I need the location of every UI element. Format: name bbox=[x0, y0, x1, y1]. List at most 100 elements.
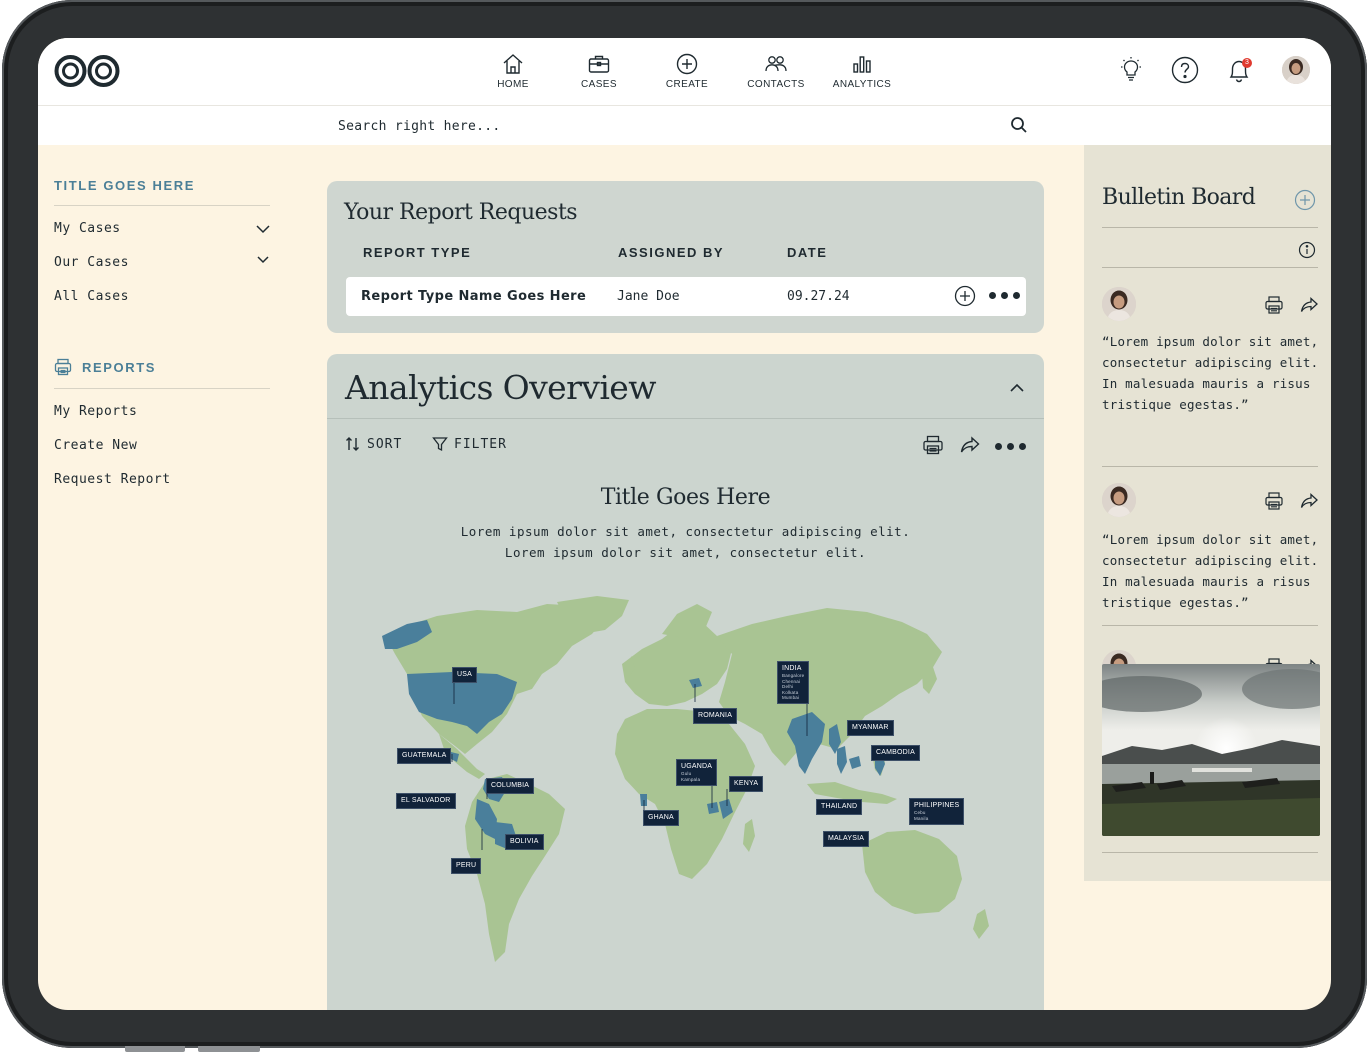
map-label-thailand[interactable]: THAILAND bbox=[816, 799, 863, 816]
map-label-bolivia[interactable]: BOLIVIA bbox=[505, 834, 544, 851]
avatar[interactable] bbox=[1102, 287, 1136, 321]
info-icon[interactable] bbox=[1298, 241, 1316, 259]
map-label-columbia[interactable]: COLUMBIA bbox=[486, 778, 535, 795]
chevron-down-icon[interactable] bbox=[256, 223, 270, 235]
sidebar-reports-heading: REPORTS bbox=[54, 358, 270, 389]
ideas-button[interactable] bbox=[1116, 55, 1146, 85]
map-label-usa[interactable]: USA bbox=[452, 667, 477, 684]
map-highlight-cambodia bbox=[849, 756, 861, 769]
bulletin-photo[interactable] bbox=[1102, 664, 1320, 836]
map-highlight-ghana bbox=[640, 794, 647, 806]
map-label-malaysia[interactable]: MALAYSIA bbox=[823, 831, 870, 848]
sidebar-item-label: Our Cases bbox=[54, 255, 129, 270]
sidebar-item-create-new[interactable]: Create New bbox=[54, 429, 270, 463]
map-region-new-zealand bbox=[973, 909, 989, 939]
nav-create[interactable]: CREATE bbox=[647, 52, 727, 90]
map-label-uganda[interactable]: UGANDA Gulu Kampala bbox=[676, 759, 718, 787]
table-row[interactable]: Report Type Name Goes Here Jane Doe 09.2… bbox=[346, 277, 1026, 316]
lightbulb-icon bbox=[1121, 57, 1141, 81]
share-icon[interactable] bbox=[1299, 295, 1319, 315]
sidebar-item-our-cases[interactable]: Our Cases bbox=[54, 246, 270, 280]
plus-circle-icon[interactable] bbox=[1294, 189, 1316, 211]
notifications-button[interactable]: 3 bbox=[1224, 55, 1254, 85]
nav-cases-label: CASES bbox=[581, 79, 617, 90]
top-navigation-bar: HOME CASES CREATE CONTACTS ANALYTICS 3 bbox=[38, 38, 1331, 106]
map-label-ghana[interactable]: GHANA bbox=[643, 810, 679, 827]
map-label-romania[interactable]: ROMANIA bbox=[693, 708, 738, 725]
sidebar-item-my-cases[interactable]: My Cases bbox=[54, 212, 270, 246]
app-screen: HOME CASES CREATE CONTACTS ANALYTICS 3 S… bbox=[38, 38, 1331, 1010]
search-icon[interactable] bbox=[1010, 116, 1028, 134]
more-options-icon[interactable] bbox=[989, 292, 1021, 300]
search-input[interactable] bbox=[338, 114, 998, 138]
map-label-philippines[interactable]: PHILIPPINES Cebu Manila bbox=[909, 798, 965, 826]
map-region-africa bbox=[615, 709, 755, 879]
map-label-uganda-city: Kampala bbox=[681, 776, 701, 782]
notification-badge: 3 bbox=[1242, 58, 1252, 68]
map-label-india[interactable]: INDIA Bangalore Chennai Delhi Kolkata Mu… bbox=[777, 661, 810, 705]
briefcase-icon bbox=[588, 55, 610, 73]
map-label-el-salvador[interactable]: EL SALVADOR bbox=[396, 793, 456, 810]
nav-analytics-label: ANALYTICS bbox=[832, 79, 892, 90]
sidebar-item-all-cases[interactable]: All Cases bbox=[54, 280, 270, 314]
divider bbox=[1102, 267, 1318, 268]
filter-button[interactable]: FILTER bbox=[432, 436, 507, 452]
share-icon[interactable] bbox=[959, 434, 981, 456]
printer-icon[interactable] bbox=[1264, 491, 1284, 511]
nav-contacts-label: CONTACTS bbox=[747, 79, 805, 90]
sidebar-item-my-reports[interactable]: My Reports bbox=[54, 395, 270, 429]
chart-subtitle-2: Lorem ipsum dolor sit amet, consectetur … bbox=[504, 545, 867, 560]
map-label-india-city: Bangalore bbox=[782, 673, 805, 679]
divider bbox=[327, 418, 1044, 419]
filter-icon bbox=[432, 437, 448, 452]
sort-label: SORT bbox=[367, 436, 403, 452]
chevron-up-icon[interactable] bbox=[1009, 382, 1025, 394]
user-avatar[interactable] bbox=[1282, 56, 1310, 84]
sidebar-item-request-report[interactable]: Request Report bbox=[54, 463, 270, 497]
nav-home[interactable]: HOME bbox=[473, 52, 553, 90]
avatar[interactable] bbox=[1102, 483, 1136, 517]
sidebar-item-label: My Cases bbox=[54, 221, 121, 236]
map-label-philippines-city: Manila bbox=[914, 815, 929, 821]
map-highlight-uganda bbox=[707, 802, 719, 814]
share-icon[interactable] bbox=[1299, 491, 1319, 511]
world-map: USA GUATEMALA EL SALVADOR COLUMBIA BOLIV… bbox=[367, 594, 1007, 984]
home-icon bbox=[503, 54, 523, 74]
chevron-down-icon[interactable] bbox=[256, 254, 270, 266]
nav-cases[interactable]: CASES bbox=[559, 52, 639, 90]
tablet-button bbox=[125, 1046, 185, 1052]
divider bbox=[1102, 852, 1318, 853]
sidebar-item-label: Request Report bbox=[54, 472, 171, 487]
nav-contacts[interactable]: CONTACTS bbox=[736, 52, 816, 90]
nav-analytics[interactable]: ANALYTICS bbox=[822, 52, 902, 90]
printer-icon[interactable] bbox=[1264, 295, 1284, 315]
map-label-uganda-name: UGANDA bbox=[681, 763, 713, 770]
filter-label: FILTER bbox=[454, 436, 507, 452]
sort-button[interactable]: SORT bbox=[345, 436, 402, 452]
map-label-cambodia[interactable]: CAMBODIA bbox=[871, 745, 920, 762]
bulletin-post-text: “Lorem ipsum dolor sit amet, consectetur… bbox=[1102, 334, 1319, 412]
chart-subtitle-1: Lorem ipsum dolor sit amet, consectetur … bbox=[460, 524, 911, 539]
more-options-icon[interactable] bbox=[995, 443, 1027, 451]
help-icon bbox=[1171, 56, 1199, 84]
chart-title: Title Goes Here bbox=[600, 485, 771, 510]
map-label-philippines-name: PHILIPPINES bbox=[914, 802, 960, 809]
sidebar-item-label: All Cases bbox=[54, 289, 129, 304]
bulletin-board-title: Bulletin Board bbox=[1102, 185, 1256, 210]
printer-icon[interactable] bbox=[922, 434, 944, 456]
bulletin-post-text: “Lorem ipsum dolor sit amet, consectetur… bbox=[1102, 532, 1319, 610]
plus-circle-icon[interactable] bbox=[954, 285, 976, 307]
map-label-peru[interactable]: PERU bbox=[451, 858, 482, 875]
nav-home-label: HOME bbox=[497, 79, 529, 90]
column-header-assigned-by: ASSIGNED BY bbox=[618, 245, 725, 260]
assigned-by-cell: Jane Doe bbox=[617, 289, 680, 304]
tablet-button bbox=[198, 1046, 260, 1052]
sidebar-item-label: Create New bbox=[54, 438, 138, 453]
date-cell: 09.27.24 bbox=[787, 289, 850, 304]
infinity-logo-icon[interactable] bbox=[53, 53, 121, 89]
bulletin-board: Bulletin Board “Lorem ipsum dolor sit am… bbox=[1084, 145, 1331, 881]
help-button[interactable] bbox=[1170, 55, 1200, 85]
map-label-guatemala[interactable]: GUATEMALA bbox=[397, 748, 452, 765]
map-label-kenya[interactable]: KENYA bbox=[729, 776, 764, 793]
map-label-myanmar[interactable]: MYANMAR bbox=[847, 720, 894, 737]
